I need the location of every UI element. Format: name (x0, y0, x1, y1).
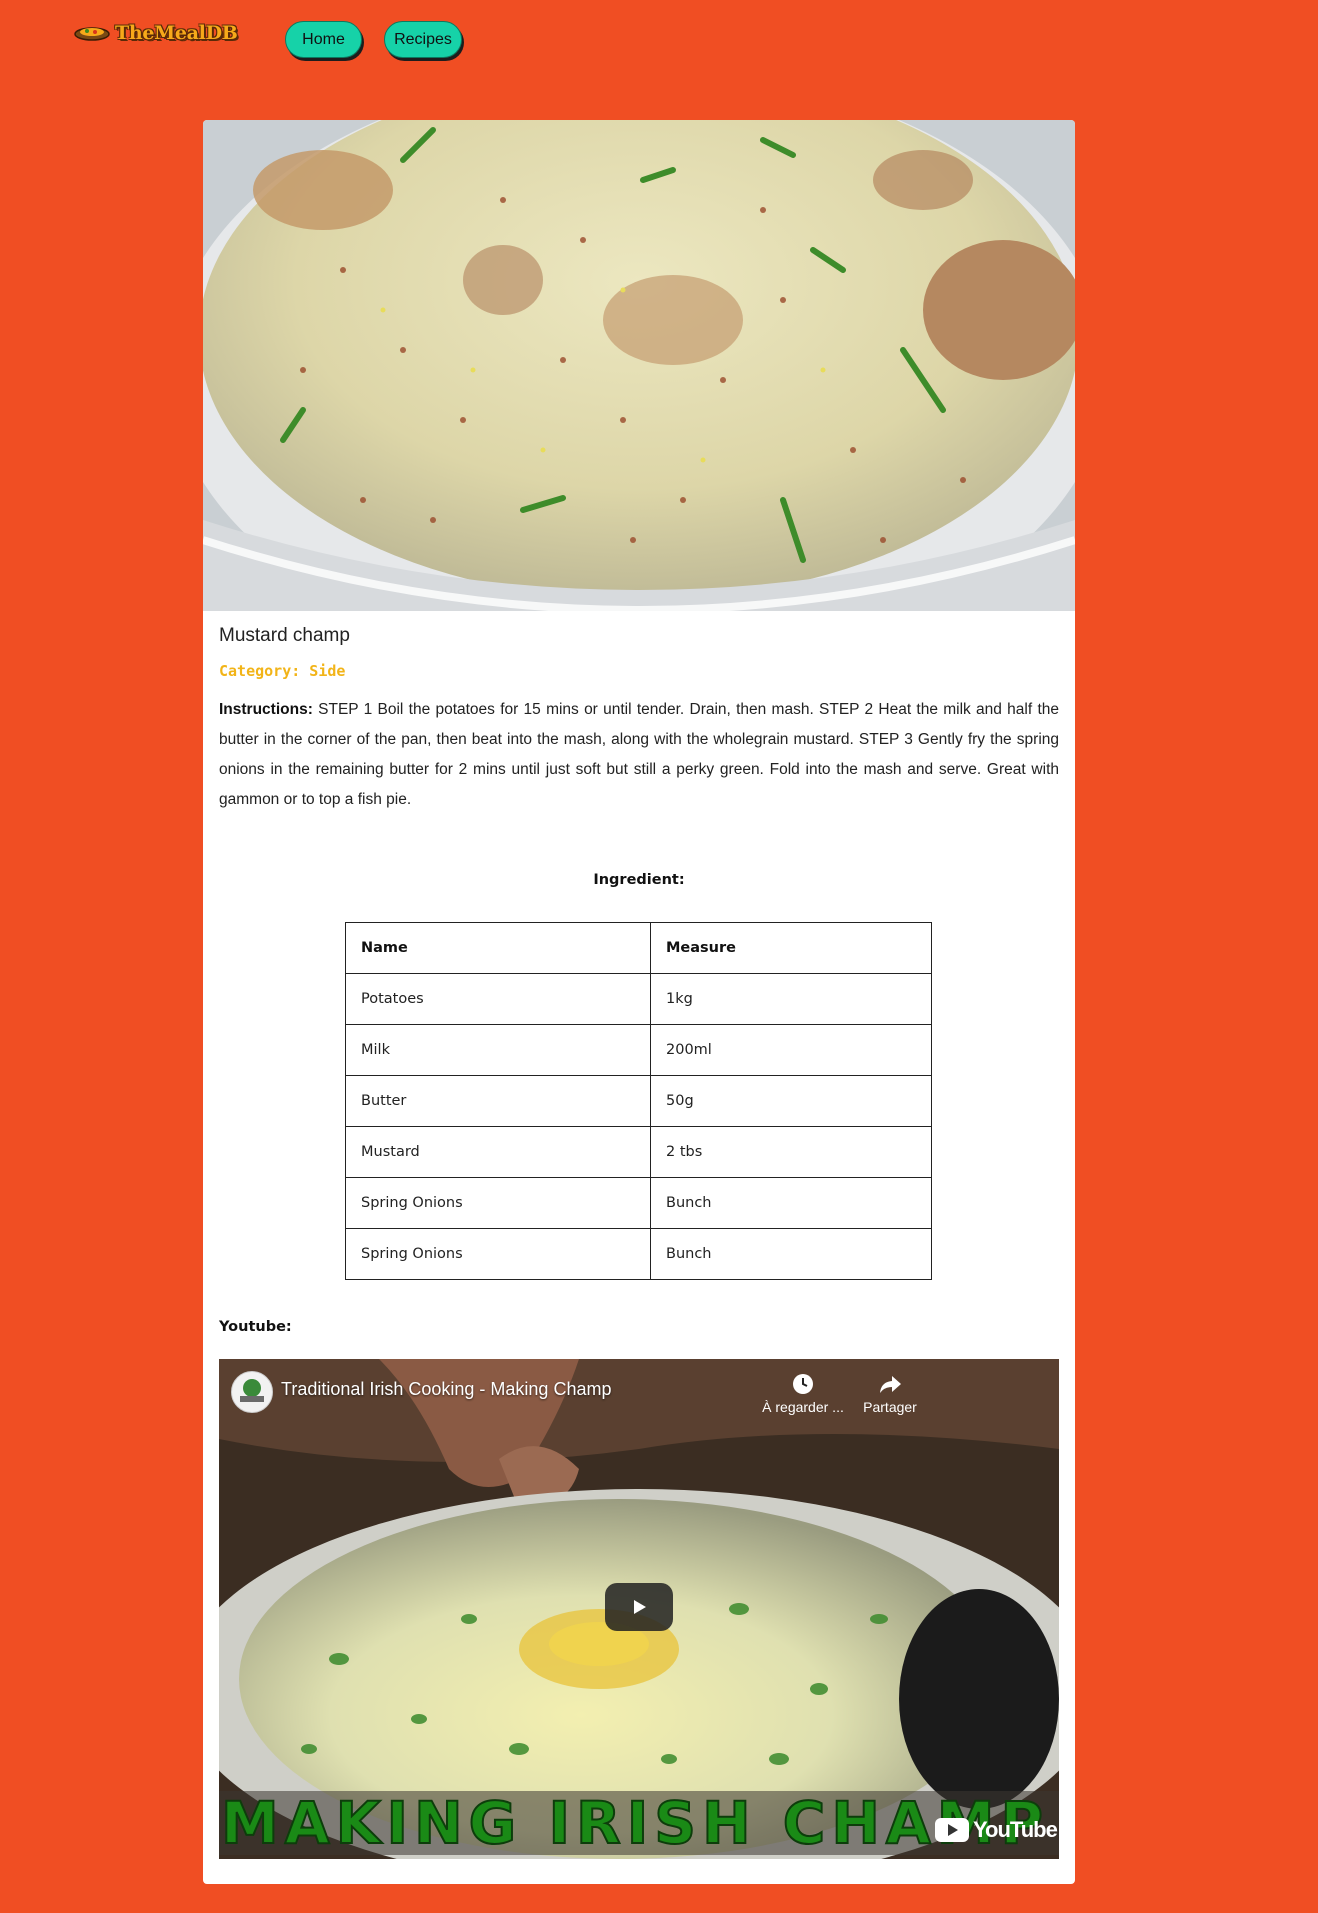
meal-instructions: Instructions: STEP 1 Boil the potatoes f… (219, 695, 1059, 815)
table-header-row: Name Measure (345, 922, 932, 974)
ingredient-name: Butter (345, 1075, 651, 1127)
ingredient-measure: Bunch (650, 1177, 932, 1229)
ingredient-measure: Bunch (650, 1228, 932, 1280)
table-row: Spring Onions Bunch (345, 1228, 932, 1280)
ingredient-measure: 1kg (650, 973, 932, 1025)
table-row: Milk 200ml (345, 1024, 932, 1076)
table-row: Butter 50g (345, 1075, 932, 1127)
youtube-brand: YouTube (973, 1817, 1058, 1842)
ingredient-measure: 50g (650, 1075, 932, 1127)
instructions-text: STEP 1 Boil the potatoes for 15 mins or … (219, 701, 1059, 808)
clock-icon (793, 1374, 813, 1394)
meal-title: Mustard champ (219, 625, 350, 646)
instructions-label: Instructions: (219, 701, 313, 718)
meal-photo (203, 120, 1075, 611)
table-row: Mustard 2 tbs (345, 1126, 932, 1178)
youtube-logo[interactable]: YouTube (935, 1817, 1058, 1843)
meal-category: Category: Side (219, 662, 346, 680)
channel-avatar[interactable] (231, 1371, 273, 1413)
ingredients-table: Name Measure Potatoes 1kg Milk 200ml But… (345, 922, 932, 1280)
youtube-logo-icon (935, 1818, 969, 1842)
ingredient-name: Mustard (345, 1126, 651, 1178)
ingredient-name: Potatoes (345, 973, 651, 1025)
navbar: TheMealDB Home Recipes (0, 0, 1318, 80)
ingredient-measure: 200ml (650, 1024, 932, 1076)
nav-home-button[interactable]: Home (285, 21, 362, 58)
watch-later-label: À regarder ... (762, 1399, 844, 1415)
table-row: Potatoes 1kg (345, 973, 932, 1025)
video-title[interactable]: Traditional Irish Cooking - Making Champ (281, 1379, 611, 1400)
youtube-embed[interactable]: Traditional Irish Cooking - Making Champ… (219, 1359, 1059, 1859)
share-arrow-icon (880, 1376, 901, 1393)
ingredient-name: Milk (345, 1024, 651, 1076)
channel-logo-icon (240, 1379, 264, 1402)
ingredient-name: Spring Onions (345, 1177, 651, 1229)
ingredient-measure: 2 tbs (650, 1126, 932, 1178)
share-label: Partager (863, 1399, 917, 1415)
play-button[interactable] (605, 1583, 673, 1631)
site-logo[interactable]: TheMealDB (72, 22, 238, 44)
video-banner-text: MAKING IRISH CHAMP (220, 1789, 1050, 1857)
dish-logo-icon (74, 27, 110, 41)
column-header-measure: Measure (650, 922, 932, 974)
ingredient-name: Spring Onions (345, 1228, 651, 1280)
table-row: Spring Onions Bunch (345, 1177, 932, 1229)
ingredients-heading: Ingredient: (593, 872, 685, 888)
nav-recipes-button[interactable]: Recipes (384, 21, 462, 58)
play-icon (634, 1600, 646, 1614)
watch-later-button[interactable]: À regarder ... (759, 1373, 847, 1415)
share-button[interactable]: Partager (854, 1373, 926, 1415)
column-header-name: Name (345, 922, 651, 974)
logo-text: TheMealDB (115, 22, 238, 44)
meal-card: Mustard champ Category: Side Instruction… (203, 120, 1075, 1884)
youtube-label: Youtube: (219, 1319, 292, 1335)
